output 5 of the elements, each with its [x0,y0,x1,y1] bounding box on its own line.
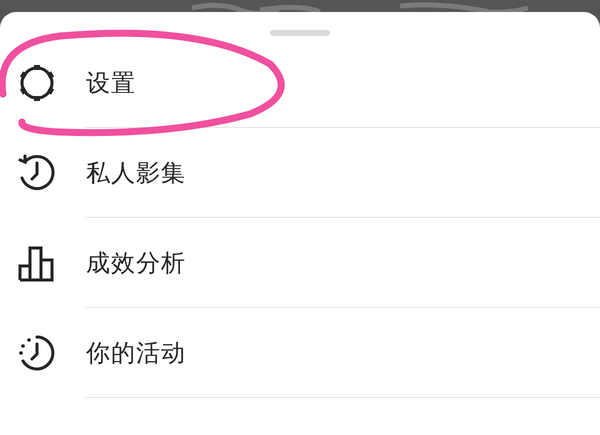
drag-handle[interactable] [270,30,330,36]
menu-item[interactable]: 你的活动 [86,337,186,369]
menu-item[interactable]: 设置 [86,67,136,99]
menu-item[interactable]: 私人影集 [86,157,186,189]
menu-item[interactable]: 成效分析 [86,247,186,279]
